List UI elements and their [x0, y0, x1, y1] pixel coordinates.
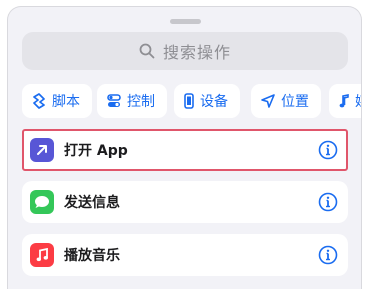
chip-label: 脚本 — [52, 94, 80, 110]
chip-label: 媒体 — [355, 91, 361, 111]
script-icon — [33, 93, 45, 109]
action-label: 打开 App — [64, 143, 128, 159]
screen: 搜索操作 脚本 控制 设备 位置 打开 App 发送信息 播放音乐 — [0, 0, 369, 289]
chip-location[interactable]: 位置 — [251, 84, 321, 118]
actions-sheet: 搜索操作 脚本 控制 设备 位置 打开 App 发送信息 播放音乐 — [7, 6, 362, 289]
music-icon — [30, 243, 54, 267]
sheet-grabber[interactable] — [170, 19, 201, 24]
info-icon[interactable] — [318, 192, 338, 212]
action-row-send-message[interactable]: 发送信息 — [22, 181, 348, 223]
action-row-play-music[interactable]: 播放音乐 — [22, 234, 348, 276]
action-row-open-app[interactable]: 打开 App — [22, 129, 348, 171]
info-icon[interactable] — [318, 245, 338, 265]
search-icon — [139, 43, 155, 59]
info-icon[interactable] — [318, 140, 338, 160]
category-chips: 脚本 控制 设备 位置 — [22, 84, 361, 118]
search-field[interactable]: 搜索操作 — [22, 32, 348, 70]
chip-label: 设备 — [200, 94, 228, 110]
location-arrow-icon — [261, 94, 275, 108]
music-note-icon — [339, 94, 349, 108]
action-label: 发送信息 — [64, 195, 120, 211]
controls-icon — [107, 94, 121, 107]
chip-script[interactable]: 脚本 — [22, 84, 92, 118]
messages-icon — [30, 190, 54, 214]
open-app-icon — [30, 138, 54, 162]
search-placeholder: 搜索操作 — [162, 43, 231, 62]
action-label: 播放音乐 — [64, 248, 120, 264]
chip-media[interactable]: 媒体 — [329, 84, 361, 118]
device-icon — [184, 93, 194, 109]
chip-label: 位置 — [281, 94, 309, 110]
chip-device[interactable]: 设备 — [174, 84, 240, 118]
chip-controls[interactable]: 控制 — [97, 84, 167, 118]
chip-label: 控制 — [127, 94, 155, 110]
